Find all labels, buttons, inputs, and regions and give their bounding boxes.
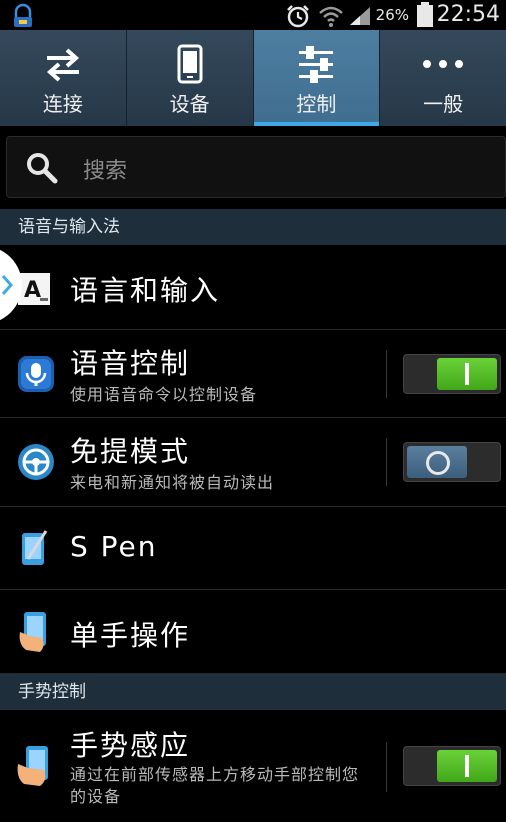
voice-control-toggle[interactable] — [403, 354, 501, 394]
list-item-one-hand[interactable]: 单手操作 — [0, 590, 506, 674]
tab-label: 控制 — [296, 92, 337, 116]
hands-free-toggle[interactable] — [403, 442, 501, 482]
divider — [386, 350, 387, 398]
list-item-language-input[interactable]: A 语言和输入 — [0, 245, 506, 330]
wifi-icon — [319, 6, 343, 27]
tab-device[interactable]: 设备 — [127, 30, 254, 126]
phone-icon — [177, 44, 203, 84]
search-placeholder: 搜索 — [83, 159, 128, 184]
tab-label: 设备 — [169, 92, 210, 116]
battery-percent: 26% — [375, 6, 409, 24]
tab-general[interactable]: 一般 — [380, 30, 506, 126]
tab-controls[interactable]: 控制 — [253, 30, 381, 126]
tab-label: 连接 — [42, 92, 83, 116]
signal-icon — [350, 7, 370, 25]
item-title: 免提模式 — [70, 435, 191, 468]
clock: 22:54 — [436, 2, 500, 27]
sliders-icon — [299, 46, 334, 83]
status-bar: 26% 22:54 — [0, 0, 506, 30]
item-subtitle: 通过在前部传感器上方移动手部控制您的设备 — [70, 765, 360, 806]
steering-wheel-icon — [18, 444, 54, 480]
tab-connections[interactable]: 连接 — [0, 30, 127, 126]
hand-motion-icon — [17, 746, 48, 786]
list-item-s-pen[interactable]: S Pen — [0, 507, 506, 590]
item-title: 语音控制 — [70, 347, 191, 380]
microphone-icon — [18, 356, 54, 392]
chevron-right-icon — [1, 275, 14, 295]
search-icon — [27, 153, 58, 184]
divider — [386, 438, 387, 486]
item-subtitle: 来电和新通知将被自动读出 — [70, 473, 275, 492]
tab-label: 一般 — [423, 92, 464, 116]
item-subtitle: 使用语音命令以控制设备 — [70, 385, 258, 404]
notification-icon — [14, 3, 32, 27]
item-title: S Pen — [70, 530, 158, 563]
more-dots-icon — [423, 60, 464, 68]
search-field[interactable]: 搜索 — [6, 136, 506, 198]
divider — [386, 742, 387, 792]
section-header-gesture-control: 手势控制 — [0, 674, 506, 710]
alarm-icon — [287, 5, 309, 28]
item-title: 单手操作 — [70, 619, 191, 652]
item-title: 语言和输入 — [70, 274, 221, 307]
svg-text:A: A — [24, 278, 41, 303]
motion-toggle[interactable] — [403, 746, 501, 786]
swap-arrows-icon — [46, 48, 79, 82]
list-item-voice-control[interactable]: 语音控制 使用语音命令以控制设备 — [0, 330, 506, 418]
list-item-motion[interactable]: 手势感应 通过在前部传感器上方移动手部控制您的设备 — [0, 710, 506, 822]
section-header-language-input: 语音与输入法 — [0, 209, 506, 245]
battery-icon — [417, 2, 433, 27]
item-title: 手势感应 — [70, 729, 191, 762]
category-tabs: 连接 设备 控制 一般 — [0, 30, 506, 126]
s-pen-icon — [22, 530, 48, 565]
list-item-hands-free[interactable]: 免提模式 来电和新通知将被自动读出 — [0, 418, 506, 507]
one-hand-icon — [19, 612, 46, 652]
